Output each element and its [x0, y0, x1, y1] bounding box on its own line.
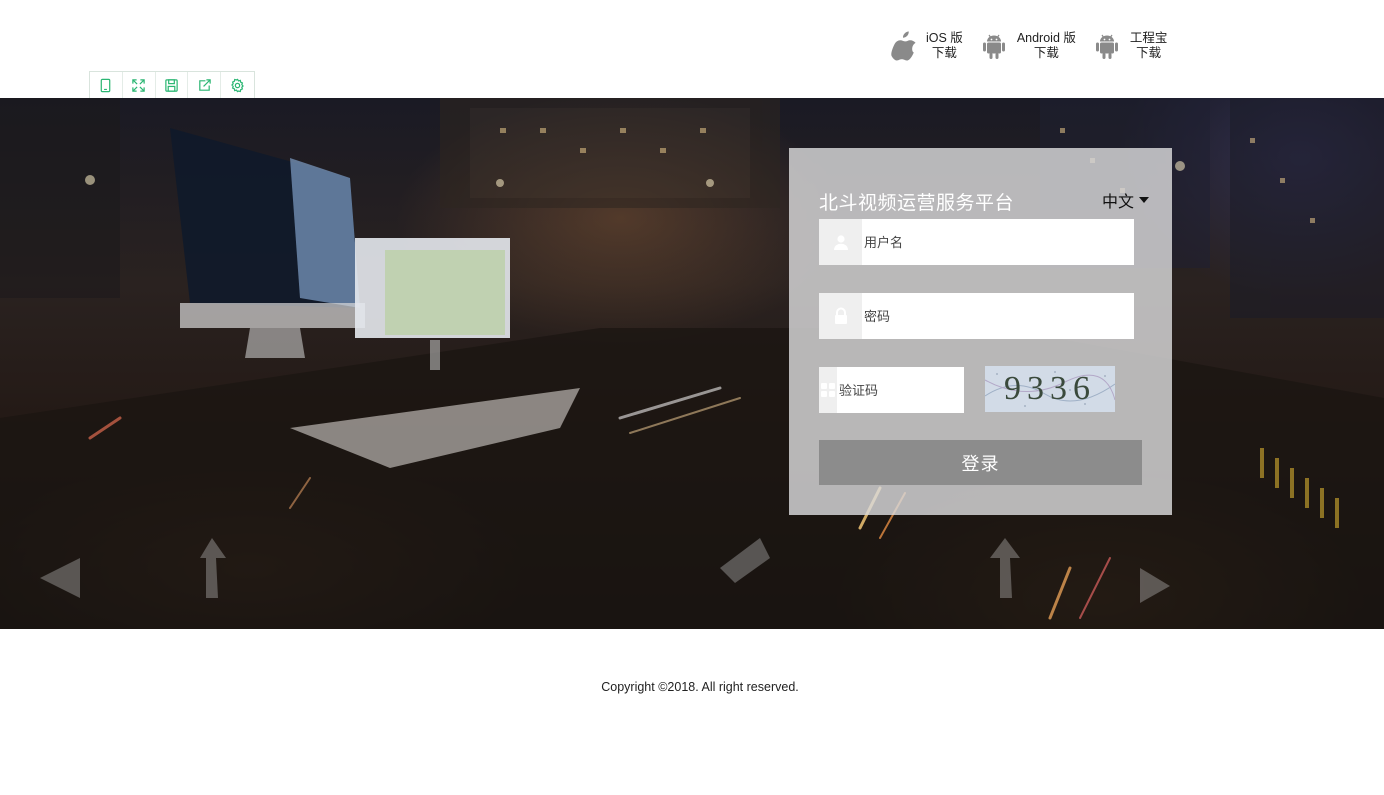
user-icon-box: [819, 219, 862, 265]
apple-icon: [891, 31, 916, 61]
language-select-value: 中文: [1102, 194, 1135, 211]
gear-icon: [231, 78, 244, 93]
android-icon: [982, 34, 1005, 59]
android-icon: [1095, 34, 1118, 59]
user-icon: [833, 235, 848, 250]
captcha-field-group: [819, 367, 1017, 413]
header: iOS 版 下载 Android 版 下载 工程宝 下载: [0, 0, 1384, 100]
copyright-text: Copyright ©2018. All right reserved.: [601, 680, 799, 694]
grid-icon: [821, 383, 835, 397]
gongchengbao-download-line2: 下载: [1136, 46, 1162, 60]
password-field-group: [819, 293, 1134, 339]
gongchengbao-download-label: 工程宝 下载: [1130, 31, 1168, 61]
password-input[interactable]: [862, 293, 1134, 339]
language-select[interactable]: 中文: [1102, 188, 1150, 212]
lock-icon-box: [819, 293, 862, 339]
android-download-line2: 下载: [1033, 46, 1059, 60]
download-links: iOS 版 下载 Android 版 下载 工程宝 下载: [890, 28, 1185, 64]
captcha-text: 9336: [1004, 370, 1096, 407]
save-icon: [165, 79, 178, 92]
android-download-link[interactable]: Android 版 下载: [981, 31, 1076, 61]
username-input[interactable]: [862, 219, 1134, 265]
fullscreen-button[interactable]: [123, 72, 156, 99]
tablet-view-button[interactable]: [90, 72, 123, 99]
city-night-scene-image: [0, 98, 1384, 629]
share-button[interactable]: [188, 72, 222, 99]
ios-download-label: iOS 版 下载: [926, 31, 963, 61]
captcha-image[interactable]: 9336: [984, 366, 1116, 412]
login-panel: 北斗视频运营服务平台 中文 用户名 验证码 9336 登录: [789, 148, 1172, 515]
ios-download-link[interactable]: iOS 版 下载: [890, 31, 963, 61]
username-field-group: [819, 219, 1134, 265]
share-icon: [198, 79, 211, 91]
fullscreen-icon: [132, 79, 145, 92]
caret-down-icon: [1139, 197, 1150, 203]
android-download-label: Android 版 下载: [1017, 31, 1076, 61]
hero-background: [0, 98, 1384, 629]
ios-download-line1: iOS 版: [926, 31, 963, 45]
floating-toolbar: [89, 71, 255, 100]
gongchengbao-download-link[interactable]: 工程宝 下载: [1094, 31, 1168, 61]
tablet-icon: [101, 78, 111, 93]
android-download-line1: Android 版: [1016, 31, 1076, 45]
save-button[interactable]: [156, 72, 189, 99]
platform-title: 北斗视频运营服务平台: [819, 193, 1015, 214]
footer: Copyright ©2018. All right reserved.: [0, 680, 1384, 694]
lock-icon: [834, 307, 847, 324]
ios-download-line2: 下载: [931, 46, 957, 60]
login-button[interactable]: 登录: [819, 440, 1142, 485]
settings-button[interactable]: [221, 72, 254, 99]
gongchengbao-download-line1: 工程宝: [1129, 31, 1168, 45]
grid-icon-box: [819, 367, 837, 413]
